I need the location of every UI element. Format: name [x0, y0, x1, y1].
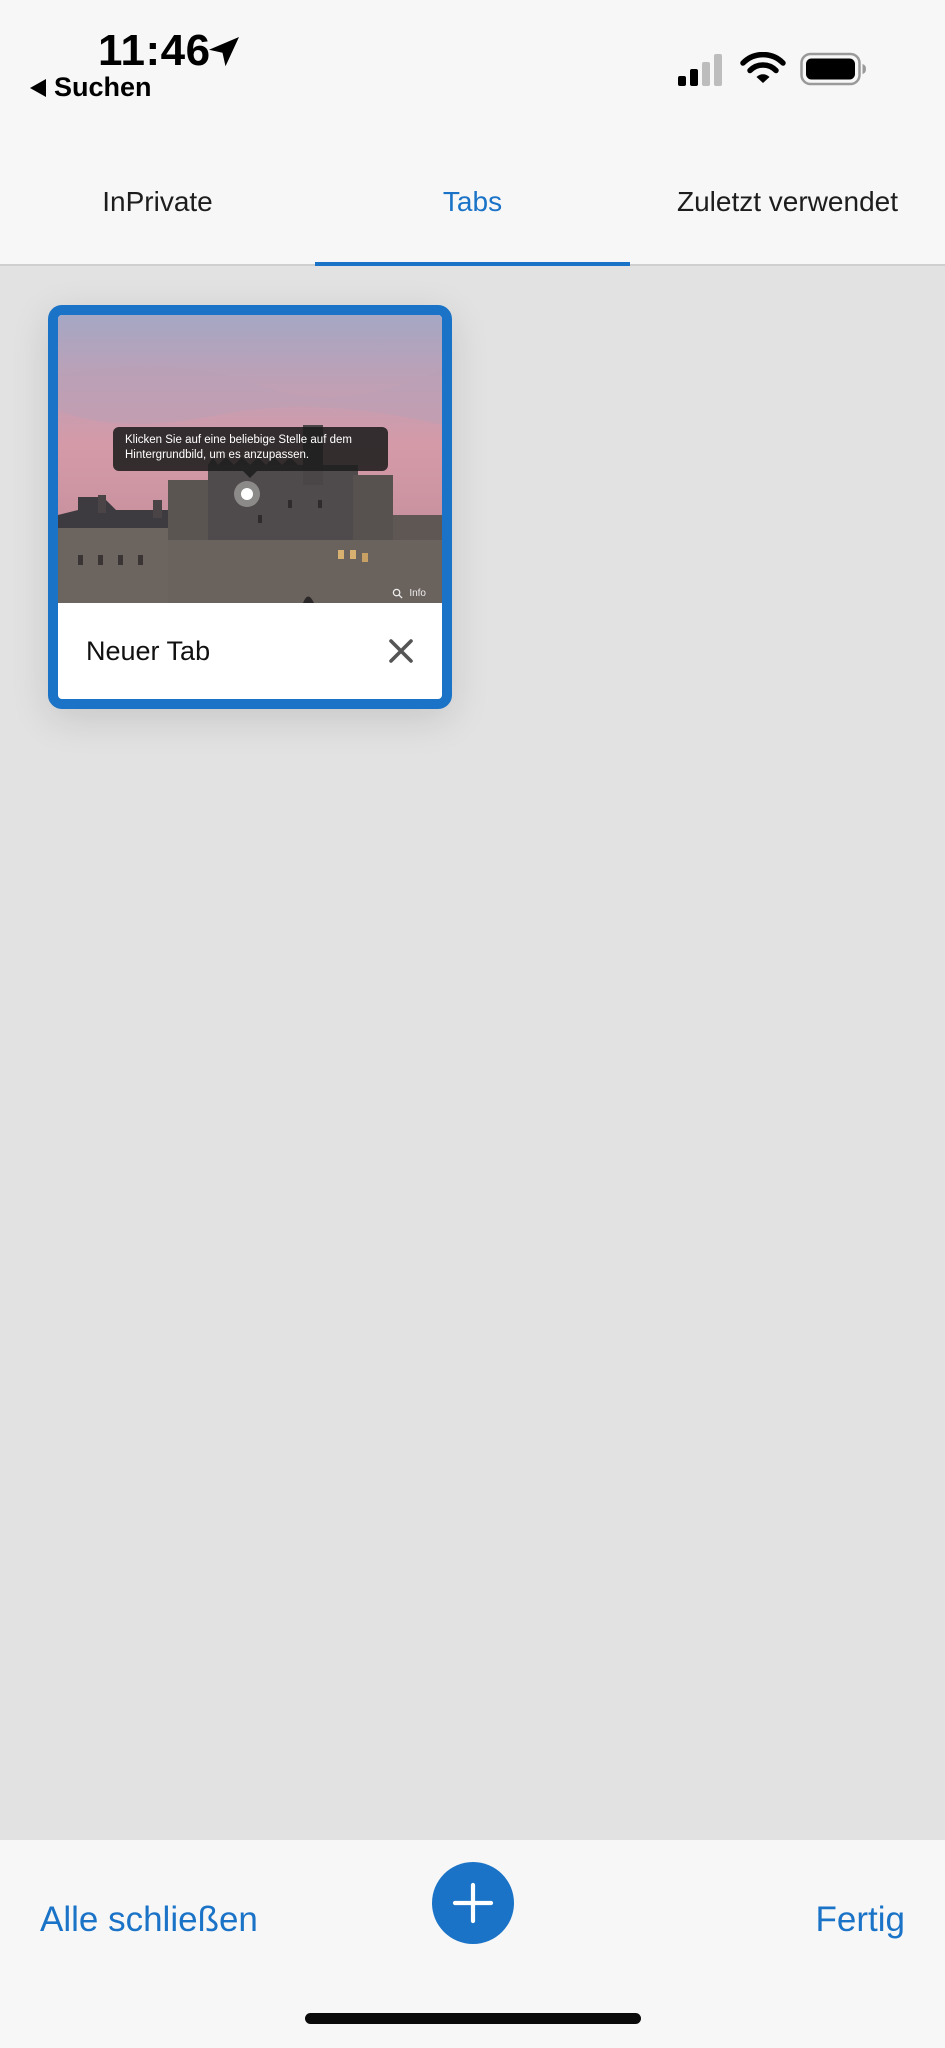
tab-switcher-screen: 11:46 Suchen InPrivate Tabs Zuletzt verw… [0, 0, 945, 2048]
close-icon[interactable] [386, 636, 416, 666]
tab-card-footer: Neuer Tab [58, 603, 442, 699]
wallpaper-info: Info [392, 588, 426, 599]
back-triangle-icon [30, 78, 46, 97]
new-tab-button[interactable] [432, 1862, 514, 1944]
status-time: 11:46 [98, 26, 211, 75]
location-arrow-icon [209, 37, 239, 67]
tab-recently-used[interactable]: Zuletzt verwendet [630, 140, 945, 264]
cellular-signal-icon [678, 54, 722, 86]
tab-thumbnail[interactable]: Klicken Sie auf eine beliebige Stelle au… [58, 315, 442, 603]
tab-category-bar: InPrivate Tabs Zuletzt verwendet [0, 140, 945, 266]
plus-icon [452, 1882, 494, 1924]
battery-icon [800, 52, 866, 86]
done-button[interactable]: Fertig [816, 1900, 905, 1940]
wallpaper-hint-tooltip: Klicken Sie auf eine beliebige Stelle au… [113, 427, 388, 478]
bottom-toolbar: Alle schließen Fertig [0, 1840, 945, 2048]
wifi-icon [740, 52, 786, 83]
tab-title: Neuer Tab [86, 635, 211, 666]
tap-indicator-icon [234, 481, 260, 507]
info-label: Info [409, 588, 426, 599]
back-label: Suchen [54, 72, 152, 102]
home-indicator[interactable] [305, 2013, 641, 2024]
search-icon [393, 588, 403, 599]
back-to-app-link[interactable]: Suchen [30, 72, 152, 103]
close-all-button[interactable]: Alle schließen [40, 1900, 258, 1940]
tab-tabs[interactable]: Tabs [315, 140, 630, 266]
status-bar: 11:46 Suchen [0, 0, 945, 140]
tab-card[interactable]: Klicken Sie auf eine beliebige Stelle au… [48, 305, 452, 709]
tab-inprivate[interactable]: InPrivate [0, 140, 315, 264]
